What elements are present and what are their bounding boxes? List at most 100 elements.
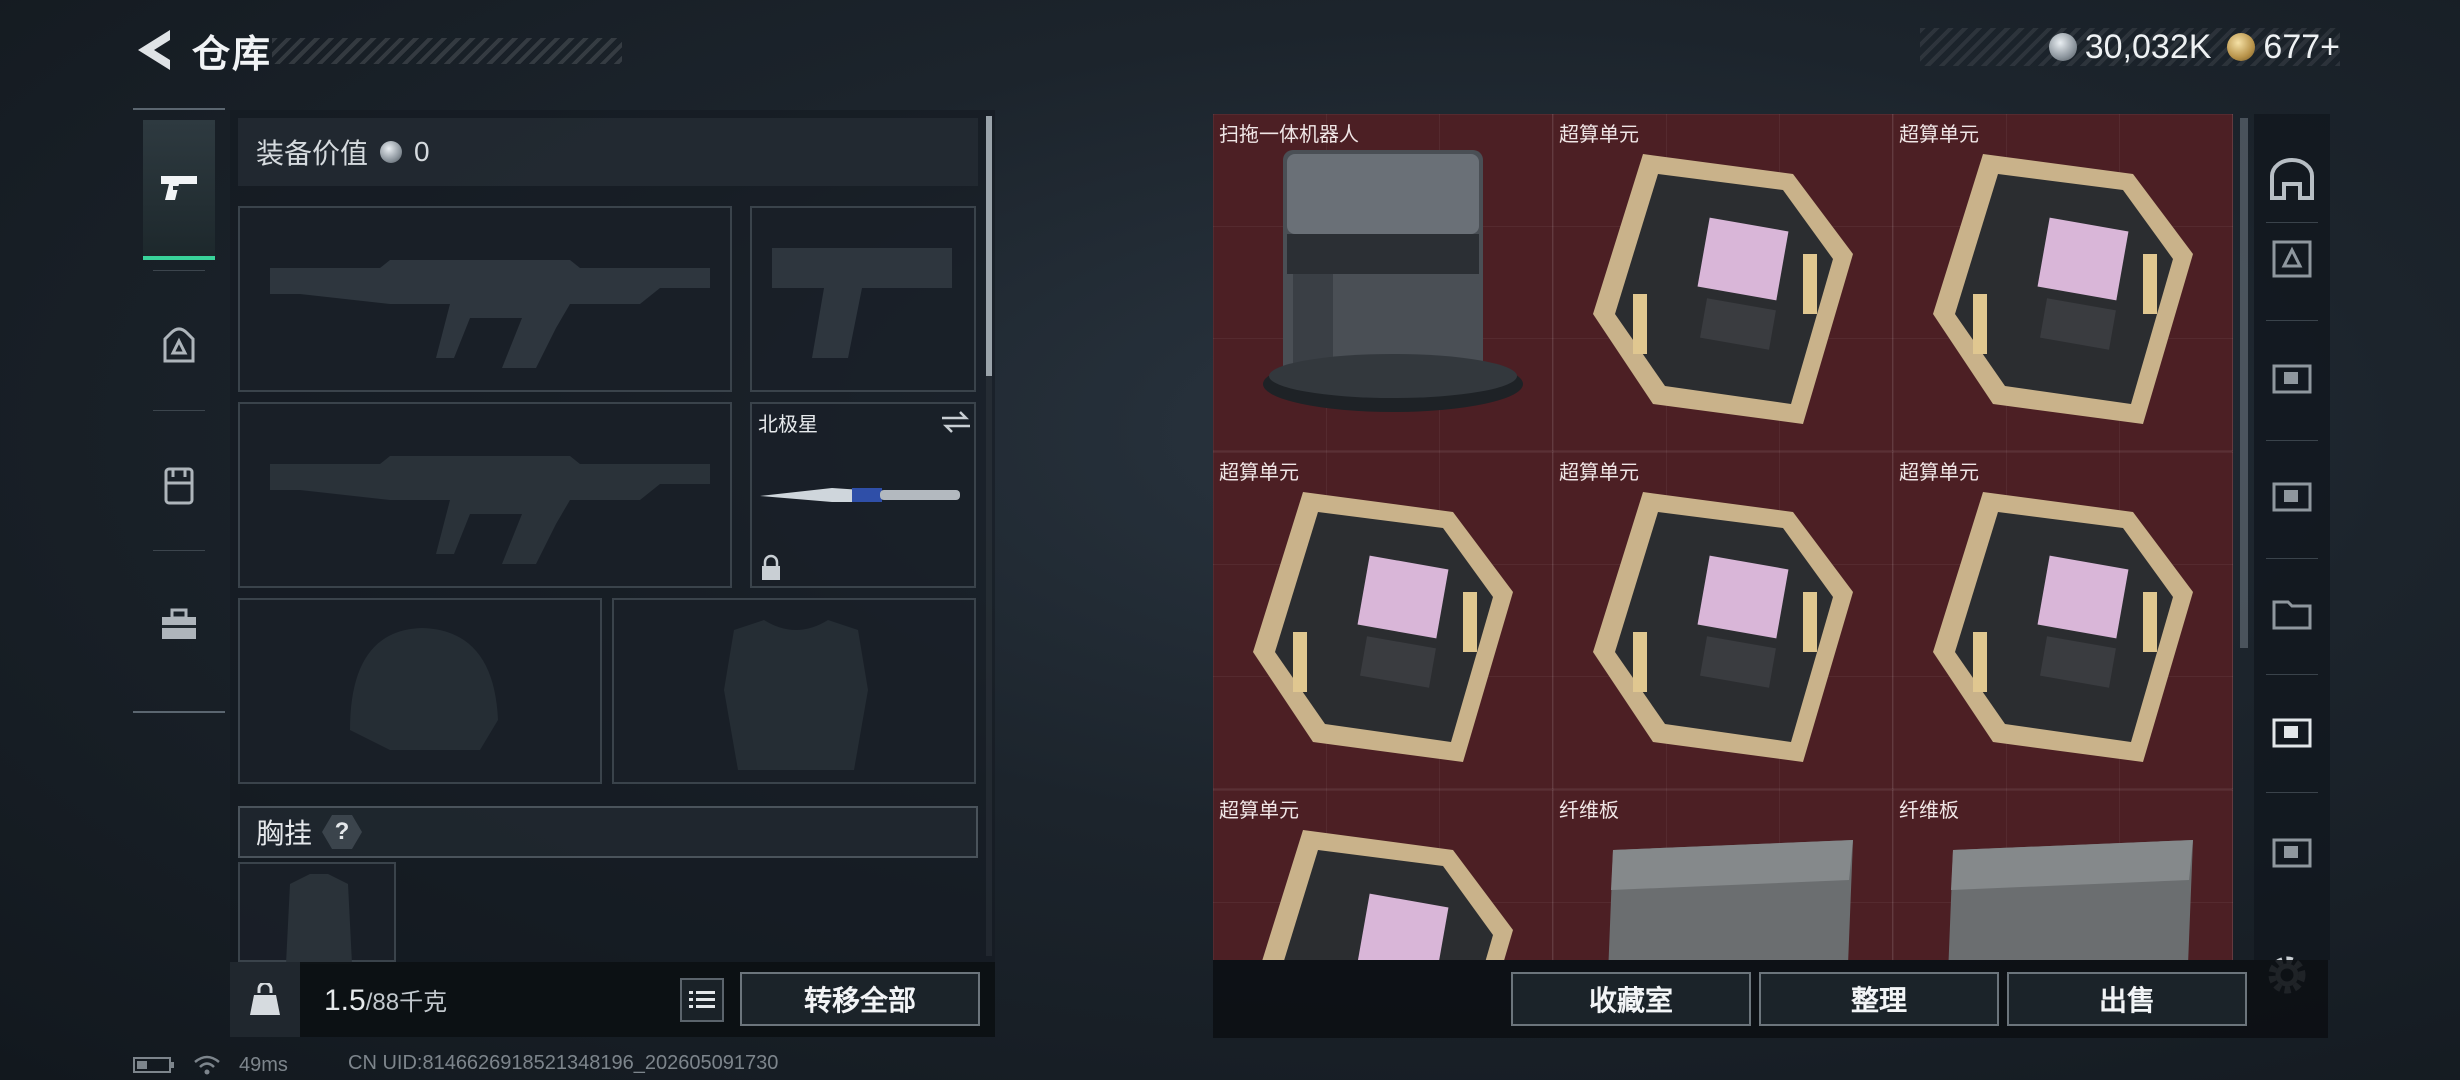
secondary-weapon-slot[interactable] xyxy=(238,402,732,588)
nav-separator xyxy=(153,270,205,271)
stash-item-supercompute-unit[interactable]: 超算单元 xyxy=(1893,114,2233,452)
chest-rig-silhouette-icon xyxy=(286,874,352,964)
primary-weapon-slot[interactable] xyxy=(238,206,732,392)
stash-item-robot[interactable]: 扫拖一体机器人 xyxy=(1213,114,1553,452)
robot-vacuum-icon xyxy=(1263,150,1523,412)
title-stripes xyxy=(272,38,622,64)
nav-backpack[interactable] xyxy=(143,275,215,415)
item-name: 纤维板 xyxy=(1559,800,1619,822)
chip-category-icon xyxy=(2272,364,2312,394)
equip-value-header: 装备价值 0 xyxy=(238,118,978,186)
gold-currency-value: 677+ xyxy=(2263,27,2340,66)
item-name: 扫拖一体机器人 xyxy=(1219,124,1359,146)
chip-category-icon xyxy=(2272,838,2312,868)
silver-coin-icon xyxy=(2048,33,2077,61)
vest-icon xyxy=(164,467,194,505)
helmet-silhouette-icon xyxy=(350,628,498,750)
list-view-button[interactable] xyxy=(680,978,724,1022)
silver-currency[interactable]: 30,032K xyxy=(2048,27,2212,67)
battery-icon xyxy=(133,1057,174,1073)
helmet-slot[interactable] xyxy=(238,598,602,784)
sort-button[interactable]: 整理 xyxy=(1759,972,1999,1026)
item-name: 超算单元 xyxy=(1219,462,1299,484)
backpack-tier-icon xyxy=(2272,240,2312,278)
chest-rig-slot[interactable] xyxy=(238,862,396,964)
backpack-icon xyxy=(163,327,195,363)
category-documents[interactable] xyxy=(2262,584,2322,644)
list-icon xyxy=(689,991,715,1008)
knife-icon xyxy=(760,488,960,502)
stash-item-fiberboard[interactable]: 纤维板 xyxy=(1893,790,2233,960)
chest-rig-label: 胸挂 xyxy=(256,818,313,849)
category-separator xyxy=(2266,320,2318,321)
kettlebell-weight-icon xyxy=(250,982,280,1015)
ping-value: 49ms xyxy=(239,1053,288,1076)
loadout-panel: 装备价值 0 北极星 胸挂 ? 1.5/88千克 转移全部 xyxy=(230,110,995,1037)
category-all[interactable] xyxy=(2262,150,2322,210)
item-name: 纤维板 xyxy=(1899,800,1959,822)
stash-item-fiberboard[interactable]: 纤维板 xyxy=(1553,790,1893,960)
stash-category-bar xyxy=(2254,114,2330,960)
pistol-slot[interactable] xyxy=(750,206,976,392)
item-name: 超算单元 xyxy=(1559,124,1639,146)
nav-vest[interactable] xyxy=(143,415,215,555)
toolbox-icon xyxy=(162,608,196,639)
page-title: 仓库 xyxy=(192,33,273,76)
loadout-footer: 1.5/88千克 转移全部 xyxy=(230,962,995,1037)
category-separator xyxy=(2266,558,2318,559)
chip-category-icon xyxy=(2272,718,2312,748)
stash-grid: 扫拖一体机器人 超算单元 超算单元 超算单元 超算单元 超算单元 超算单元 纤维… xyxy=(1213,114,2233,960)
compute-chip-icon xyxy=(1593,492,1853,762)
compute-chip-icon xyxy=(1933,492,2193,762)
weight-value: 1.5 xyxy=(324,983,366,1017)
stash-item-supercompute-unit[interactable]: 超算单元 xyxy=(1893,452,2233,790)
category-separator xyxy=(2266,440,2318,441)
nav-separator xyxy=(153,410,205,411)
item-name: 超算单元 xyxy=(1559,462,1639,484)
top-bar: 仓库 xyxy=(130,22,622,78)
compute-chip-icon xyxy=(1253,492,1513,762)
silver-coin-icon xyxy=(380,141,403,163)
nav-separator xyxy=(153,550,205,551)
lock-icon xyxy=(762,554,780,580)
back-arrow-icon[interactable] xyxy=(130,26,178,74)
wifi-icon xyxy=(194,1055,220,1075)
stash-item-supercompute-unit[interactable]: 超算单元 xyxy=(1553,452,1893,790)
transfer-all-button[interactable]: 转移全部 xyxy=(740,972,980,1026)
category-electronics-active[interactable] xyxy=(2262,702,2322,762)
left-category-nav xyxy=(133,108,225,713)
equip-value-label: 装备价值 xyxy=(256,138,369,169)
nav-toolbox[interactable] xyxy=(143,555,215,695)
title-area: 仓库 xyxy=(192,28,622,76)
armor-slot[interactable] xyxy=(612,598,976,784)
category-separator xyxy=(2266,792,2318,793)
help-icon[interactable]: ? xyxy=(322,815,363,849)
category-electronics-3[interactable] xyxy=(2262,822,2322,882)
category-electronics-1[interactable] xyxy=(2262,348,2322,408)
stash-item-supercompute-unit[interactable]: 超算单元 xyxy=(1213,452,1553,790)
stash-item-supercompute-unit[interactable]: 超算单元 xyxy=(1553,114,1893,452)
category-electronics-2[interactable] xyxy=(2262,466,2322,526)
rifle-silhouette-icon xyxy=(270,456,710,564)
pistol-icon xyxy=(161,176,197,200)
currency-bar: 30,032K 677+ xyxy=(1920,28,2340,66)
chest-rig-header: 胸挂 ? xyxy=(238,806,978,858)
stash-item-supercompute-unit[interactable]: 超算单元 xyxy=(1213,790,1553,960)
armor-silhouette-icon xyxy=(724,620,868,770)
rifle-silhouette-icon xyxy=(270,260,710,368)
weight-icon-box xyxy=(230,962,300,1037)
stash-footer: 收藏室 整理 出售 xyxy=(1213,960,2328,1038)
user-uid: CN UID:8146626918521348196_202605091730 xyxy=(348,1052,779,1074)
sell-button[interactable]: 出售 xyxy=(2007,972,2247,1026)
melee-slot[interactable]: 北极星 xyxy=(750,402,976,588)
stash-scrollbar[interactable] xyxy=(2240,118,2248,648)
category-backpacks[interactable] xyxy=(2262,228,2322,288)
collection-room-button[interactable]: 收藏室 xyxy=(1511,972,1751,1026)
compute-chip-icon xyxy=(1933,154,2193,424)
stash-vault-icon xyxy=(2270,158,2314,200)
loadout-scrollbar[interactable] xyxy=(986,116,992,376)
nav-weapons[interactable] xyxy=(143,120,215,260)
gold-currency[interactable]: 677+ xyxy=(2227,28,2340,67)
silver-currency-value: 30,032K xyxy=(2084,27,2212,66)
gold-coin-icon xyxy=(2227,33,2256,61)
